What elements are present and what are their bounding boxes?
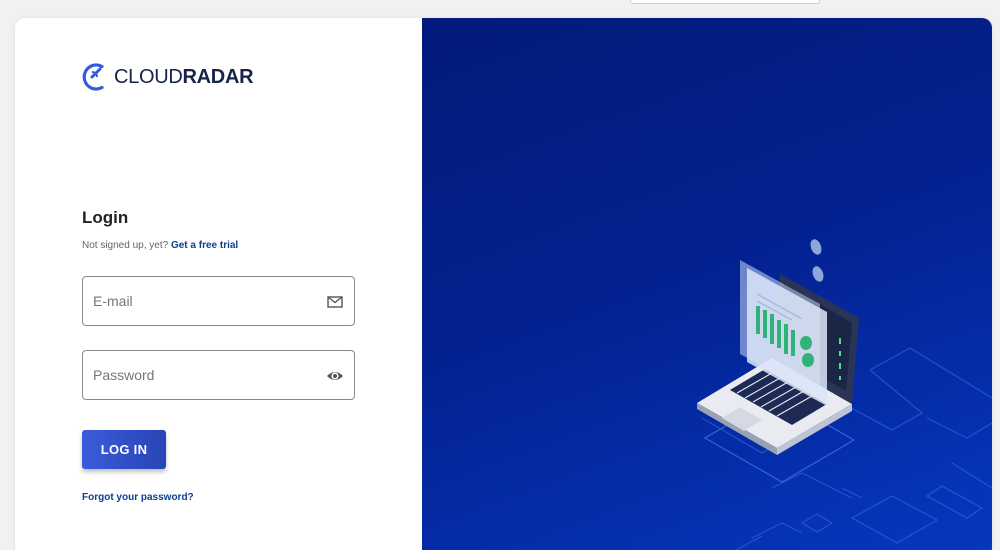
browser-popup-edge — [630, 0, 820, 4]
page-title: Login — [82, 208, 129, 227]
logo-text-bold: RADAR — [182, 65, 254, 88]
forgot-password-link[interactable]: Forgot your password? — [82, 492, 194, 503]
eye-icon[interactable] — [326, 367, 344, 385]
logo-wordmark: CLOUDRADAR — [114, 65, 254, 89]
free-trial-link[interactable]: Get a free trial — [171, 240, 238, 251]
radar-logo-icon — [82, 63, 104, 91]
cloudradar-logo[interactable]: CLOUDRADAR — [82, 60, 254, 94]
login-panel: CLOUDRADAR Login Not signed up, yet? Get… — [15, 18, 422, 550]
illustration-panel — [422, 18, 992, 550]
email-input[interactable] — [93, 277, 318, 325]
login-card: CLOUDRADAR Login Not signed up, yet? Get… — [15, 18, 992, 550]
signup-prompt: Not signed up, yet? — [82, 240, 169, 251]
laptop-illustration — [697, 239, 992, 550]
email-field[interactable] — [82, 276, 355, 326]
signup-line: Not signed up, yet? Get a free trial — [82, 240, 238, 251]
envelope-icon — [327, 296, 343, 308]
password-field[interactable] — [82, 350, 355, 400]
login-button[interactable]: LOG IN — [82, 430, 166, 469]
password-input[interactable] — [93, 351, 318, 399]
logo-text-light: CLOUD — [114, 65, 183, 88]
